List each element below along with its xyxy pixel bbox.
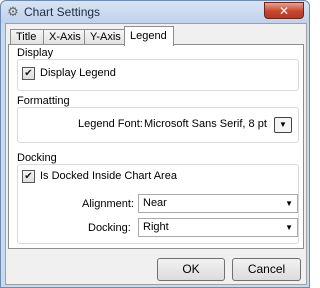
cancel-button[interactable]: Cancel [232,258,301,281]
display-group-label: Display [17,47,54,59]
chevron-down-icon: ▼ [285,223,293,232]
docking-group-label: Docking [17,152,57,164]
legend-tab-page: Display ✔ Display Legend Formatting Lege… [8,44,304,249]
tab-legend[interactable]: Legend [124,26,174,46]
formatting-group: Legend Font: Microsoft Sans Serif, 8 pt … [17,107,299,143]
tab-y-axis[interactable]: Y-Axis [84,29,128,45]
gear-icon: ⚙ [7,4,19,19]
alignment-dropdown[interactable]: Near ▼ [138,194,298,213]
font-picker-button[interactable]: ▼ [274,117,292,133]
docked-inside-label: Is Docked Inside Chart Area [40,170,177,182]
alignment-value: Near [143,197,167,209]
alignment-label: Alignment: [82,198,134,210]
close-button[interactable]: ✕ [264,2,304,19]
legend-font-value: Microsoft Sans Serif, 8 pt [144,118,267,130]
ok-button[interactable]: OK [157,258,225,281]
docking-label: Docking: [88,222,131,234]
display-legend-label: Display Legend [40,67,116,79]
formatting-group-label: Formatting [17,95,70,107]
docking-group: ✔ Is Docked Inside Chart Area Alignment:… [17,164,299,244]
window-title: Chart Settings [24,5,101,19]
docking-dropdown[interactable]: Right ▼ [138,218,298,237]
dialog-client-area: Title X-Axis Y-Axis Legend Display ✔ Dis… [5,23,307,285]
title-bar[interactable]: ⚙ Chart Settings ✕ [1,1,309,23]
docking-value: Right [143,221,169,233]
chevron-down-icon: ▼ [285,199,293,208]
display-legend-checkbox[interactable]: ✔ [22,67,35,80]
docked-inside-checkbox[interactable]: ✔ [22,170,35,183]
tab-title[interactable]: Title [10,29,46,45]
chart-settings-dialog: ⚙ Chart Settings ✕ Title X-Axis Y-Axis L… [0,0,310,288]
legend-font-label: Legend Font: [78,118,143,130]
tab-x-axis[interactable]: X-Axis [43,29,87,45]
display-group: ✔ Display Legend [17,59,299,91]
